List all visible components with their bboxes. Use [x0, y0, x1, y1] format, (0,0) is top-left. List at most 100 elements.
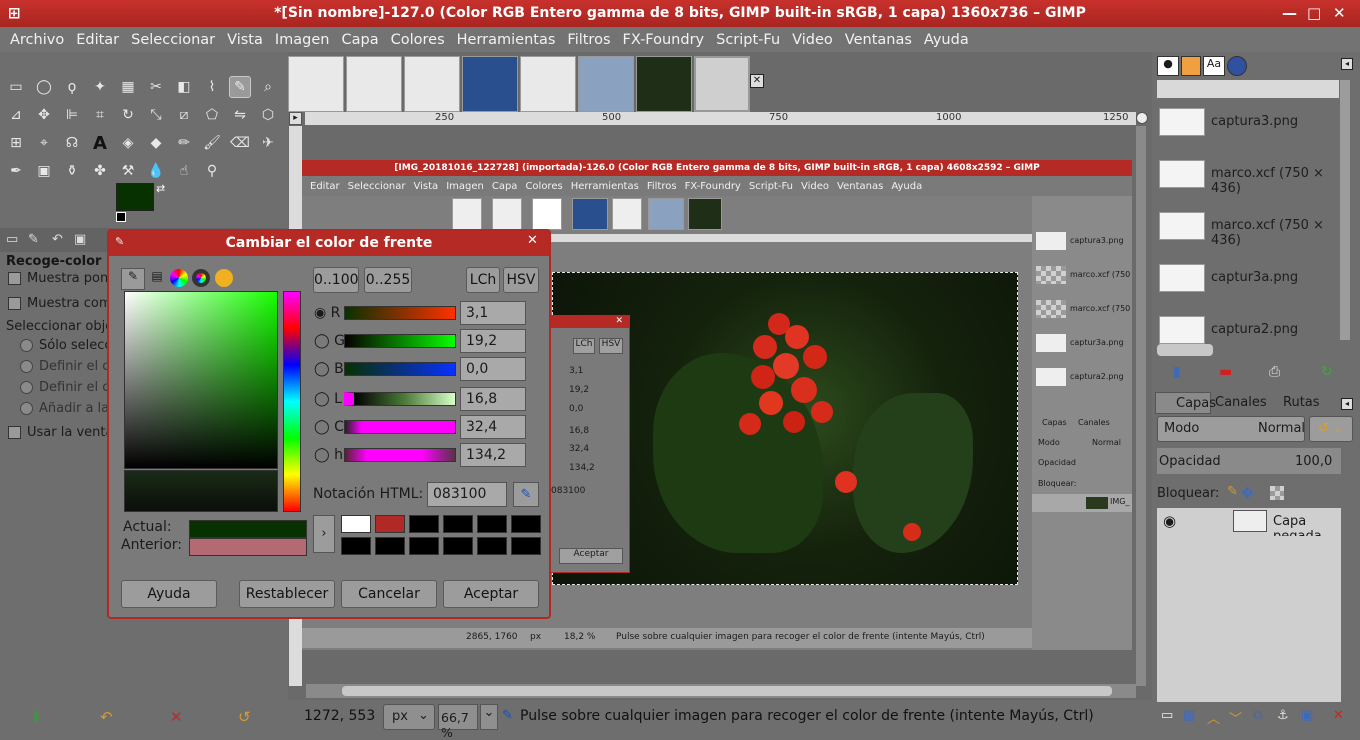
lower-layer-icon[interactable]: ﹀: [1229, 708, 1242, 727]
opacity-spinner[interactable]: Opacidad 100,0: [1157, 448, 1341, 474]
new-group-icon[interactable]: ▤: [1183, 708, 1195, 723]
delete-image-icon[interactable]: ▬: [1219, 364, 1232, 380]
clone-icon[interactable]: ⚱: [61, 160, 83, 182]
delete-options-icon[interactable]: ✕: [170, 708, 183, 726]
lock-position-icon[interactable]: ✥: [1241, 484, 1254, 502]
history-swatch[interactable]: [477, 537, 507, 555]
menu-capa[interactable]: Capa: [342, 32, 379, 48]
image-item[interactable]: captur3a.png: [1157, 256, 1337, 304]
close-tab-icon[interactable]: ✕: [750, 74, 764, 88]
handle-transform-icon[interactable]: ⌖: [33, 132, 55, 154]
hsv-button[interactable]: HSV: [503, 267, 539, 293]
print-icon[interactable]: ⎙: [1269, 364, 1280, 380]
triangle-tab-icon[interactable]: [170, 269, 188, 287]
menu-imagen[interactable]: Imagen: [275, 32, 330, 48]
layer-visibility-eye-icon[interactable]: ◉: [1163, 512, 1176, 530]
rect-select-icon[interactable]: ▭: [5, 76, 27, 98]
mode-select[interactable]: Modo Normal: [1157, 416, 1305, 442]
fuzzy-select-icon[interactable]: ✦: [89, 76, 111, 98]
menu-herramientas[interactable]: Herramientas: [457, 32, 556, 48]
lock-alpha-icon[interactable]: [1270, 486, 1284, 500]
menu-video[interactable]: Video: [792, 32, 833, 48]
blue-value[interactable]: 0,0: [460, 357, 526, 381]
blend-icon[interactable]: ◆: [145, 132, 167, 154]
hue-lch-slider[interactable]: [344, 448, 456, 462]
image-item[interactable]: marco.xcf (750 × 436): [1157, 152, 1337, 200]
perspective-icon[interactable]: ⬠: [201, 104, 223, 126]
eraser-icon[interactable]: ⌫: [229, 132, 251, 154]
hue-value[interactable]: 134,2: [460, 443, 526, 467]
unit-select[interactable]: px ⌄: [383, 704, 435, 730]
save-options-icon[interactable]: ⬇: [30, 708, 43, 726]
airbrush-icon[interactable]: ✈: [257, 132, 279, 154]
restore-options-icon[interactable]: ↶: [100, 708, 113, 726]
align-icon[interactable]: ⊫: [61, 104, 83, 126]
history-swatch[interactable]: [375, 537, 405, 555]
image-tab-1[interactable]: [288, 56, 344, 112]
close-button[interactable]: ✕: [1333, 0, 1346, 27]
foreground-color-swatch[interactable]: [116, 183, 154, 211]
crop-icon[interactable]: ⌗: [89, 104, 111, 126]
pick-only-radio[interactable]: [20, 339, 33, 352]
smudge-icon[interactable]: ☝: [173, 160, 195, 182]
tab-canales[interactable]: Canales: [1215, 395, 1267, 410]
history-swatch[interactable]: [477, 515, 507, 533]
fonts-tab-icon[interactable]: Aa: [1203, 56, 1225, 76]
lasso-icon[interactable]: ϙ: [61, 76, 83, 98]
raise-view-icon[interactable]: ▮: [1173, 364, 1181, 380]
bucket-fill-icon[interactable]: ◈: [117, 132, 139, 154]
image-tab-5[interactable]: [520, 56, 576, 112]
history-swatch[interactable]: [511, 537, 541, 555]
delete-layer-icon[interactable]: ✕: [1333, 708, 1344, 723]
text-icon[interactable]: A: [89, 132, 111, 154]
reset-button[interactable]: Restablecer: [239, 580, 335, 608]
zoom-input[interactable]: 66,7 %: [438, 704, 478, 740]
zoom-icon[interactable]: ⌕: [257, 76, 279, 98]
move-icon[interactable]: ✥: [33, 104, 55, 126]
wheel-tab-icon[interactable]: [192, 269, 210, 287]
menu-ayuda[interactable]: Ayuda: [924, 32, 969, 48]
flip-icon[interactable]: ⇋: [229, 104, 251, 126]
ok-button[interactable]: Aceptar: [443, 580, 539, 608]
image-tab-6[interactable]: [578, 56, 634, 112]
range-0-100-button[interactable]: 0..100: [313, 267, 359, 293]
ink-icon[interactable]: ✒: [5, 160, 27, 182]
navigate-icon[interactable]: [1136, 112, 1148, 124]
chroma-slider[interactable]: [344, 420, 456, 434]
new-layer-icon[interactable]: ▭: [1161, 708, 1173, 723]
vertical-scrollbar[interactable]: [1136, 126, 1146, 686]
maximize-button[interactable]: □: [1307, 0, 1321, 27]
tab-rutas[interactable]: Rutas: [1283, 395, 1320, 410]
sample-merged-checkbox[interactable]: [8, 297, 21, 310]
cancel-button[interactable]: Cancelar: [341, 580, 437, 608]
image-tab-4[interactable]: [462, 56, 518, 112]
menu-colores[interactable]: Colores: [391, 32, 445, 48]
menu-script-fu[interactable]: Script-Fu: [716, 32, 780, 48]
tab-capas[interactable]: Capas: [1155, 392, 1216, 414]
images-tab-icon[interactable]: [1227, 56, 1247, 76]
horizontal-scrollbar[interactable]: [306, 684, 1136, 698]
dodge-burn-icon[interactable]: ⚲: [201, 160, 223, 182]
eyedropper-icon[interactable]: ✎: [513, 482, 539, 507]
device-status-icon[interactable]: ✎: [28, 232, 39, 247]
layer-row[interactable]: ◉ Capa pegada: [1157, 508, 1341, 544]
use-info-checkbox[interactable]: [8, 426, 21, 439]
watercolor-tab-icon[interactable]: [215, 269, 233, 287]
lightness-value[interactable]: 16,8: [460, 387, 526, 411]
red-slider[interactable]: [344, 306, 456, 320]
pencil-icon[interactable]: ✏: [173, 132, 195, 154]
dialog-close-icon[interactable]: ✕: [527, 233, 538, 248]
menu-vista[interactable]: Vista: [227, 32, 263, 48]
patterns-tab-icon[interactable]: [1181, 56, 1201, 76]
paths-icon[interactable]: ⌇: [201, 76, 223, 98]
menu-fx-foundry[interactable]: FX-Foundry: [623, 32, 705, 48]
gimp-selector-tab-icon[interactable]: ✎: [121, 268, 145, 290]
image-item[interactable]: captura3.png: [1157, 100, 1337, 148]
history-swatch[interactable]: [409, 537, 439, 555]
image-tab-3[interactable]: [404, 56, 460, 112]
lightness-slider[interactable]: [344, 392, 456, 406]
cmyk-tab-icon[interactable]: ▤: [146, 269, 168, 289]
color-picker-icon[interactable]: ✎: [229, 76, 251, 98]
measure-icon[interactable]: ⊿: [5, 104, 27, 126]
history-swatch[interactable]: [341, 515, 371, 533]
